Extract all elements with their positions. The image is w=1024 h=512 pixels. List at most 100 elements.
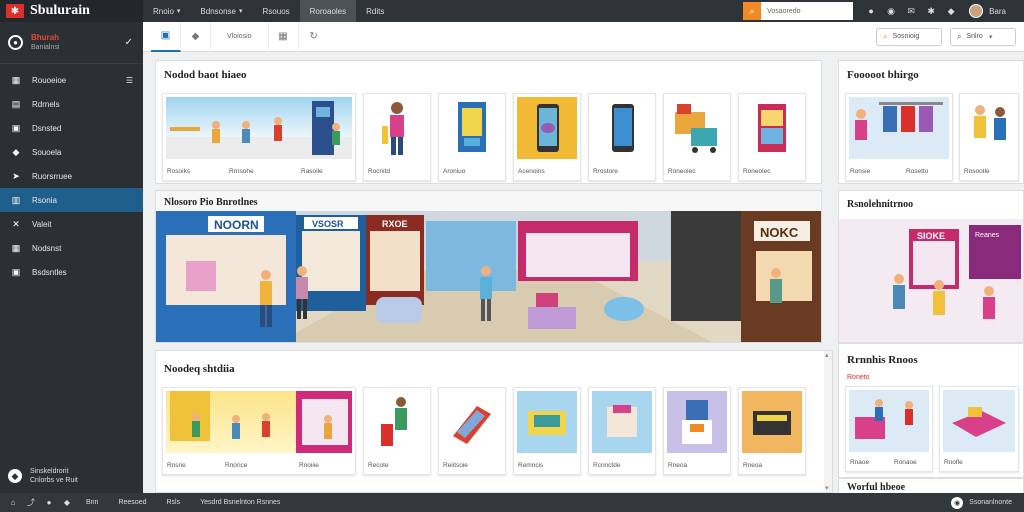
product-card[interactable]: Rrostore	[588, 93, 656, 181]
avatar[interactable]	[969, 4, 984, 18]
bird-icon[interactable]: ◆	[58, 498, 76, 507]
status-item[interactable]: Reesoed	[108, 499, 156, 506]
product-card[interactable]: Roneolec	[738, 93, 806, 181]
user-avatar-icon: ●	[8, 35, 23, 50]
globe-icon[interactable]: ◉	[951, 496, 964, 509]
shop-sign-4: NOKC	[760, 225, 799, 240]
product-card[interactable]: Rocnitd	[363, 93, 431, 181]
sort-dropdown[interactable]: ⌕ Snlro ▾	[950, 27, 1016, 46]
refresh-icon[interactable]: ↻	[299, 22, 329, 52]
mall-illustration: NOORN VSOSR RXOE NOKC	[156, 211, 821, 342]
brand-name: Sbulurain	[30, 3, 90, 18]
panel-title: Nodod baot hiaeo	[164, 69, 247, 81]
sidebar-item-4[interactable]: ➤ Ruorsrruee	[0, 164, 143, 188]
settings-icon[interactable]: ✱	[921, 6, 941, 17]
user-icon[interactable]: ●	[40, 498, 58, 507]
card-label: Roneolec	[743, 168, 771, 175]
product-card[interactable]: Ronsie Rosetto	[845, 93, 953, 181]
card-image	[517, 97, 577, 159]
sidebar-item-5[interactable]: ▥ Rsonia	[0, 188, 143, 212]
product-card[interactable]: Rneoa	[663, 387, 731, 475]
mail-icon[interactable]: ✉	[901, 6, 921, 17]
brand[interactable]: ✱ Sbulurain	[0, 0, 143, 22]
product-card[interactable]: Remncis	[513, 387, 581, 475]
footer-line1: Sinskeldrorit	[30, 468, 69, 475]
card-image	[442, 391, 502, 453]
sidebar-item-label: Nodsnst	[32, 243, 62, 253]
top-tab-1[interactable]: Bdnsonse ▾	[190, 0, 252, 22]
dropdown-label: Snlro	[966, 33, 983, 40]
search-input[interactable]: Vosaoredo	[761, 2, 854, 20]
top-tab-2[interactable]: Rsouos	[253, 0, 300, 22]
card-image	[742, 391, 802, 453]
calendar-icon[interactable]: ▦	[269, 21, 299, 52]
product-card[interactable]: Roneolec	[663, 93, 731, 181]
product-card[interactable]: Rcnnctde	[588, 387, 656, 475]
product-card[interactable]: Rnsootle	[959, 93, 1019, 181]
top-tab-3[interactable]: Roroaoles	[299, 0, 357, 22]
sidebar-item-label: Dsnsted	[32, 123, 62, 133]
card-image	[367, 391, 427, 453]
chevron-down-icon: ▾	[988, 33, 993, 41]
top-tab-0[interactable]: Rnoio ▾	[143, 0, 190, 22]
right-panel-4: Worful hbeoe	[838, 478, 1024, 493]
chat-icon[interactable]: ◉	[881, 6, 901, 17]
notification-icon[interactable]: ●	[861, 6, 881, 16]
scrollbar[interactable]	[824, 351, 832, 492]
sidebar-item-8[interactable]: ▣ Bsdsntles	[0, 260, 143, 284]
sidebar-item-0[interactable]: ▦ Rouoeioe ☰	[0, 68, 143, 92]
status-bar: ⌂ ⤴ ● ◆ Bnn Reesoed Rsls Yesdrd Bsnelnto…	[0, 493, 1024, 512]
product-card[interactable]: Rneoa	[738, 387, 806, 475]
shop-sign-1: NOORN	[214, 218, 259, 232]
card-image	[592, 97, 652, 159]
card-image	[849, 390, 929, 452]
home-icon[interactable]: ⌂	[4, 498, 22, 507]
top-tab-4[interactable]: Rdits	[356, 0, 394, 22]
status-item[interactable]: Rsls	[157, 499, 191, 506]
product-card[interactable]: Recote	[363, 387, 431, 475]
card-label: Rrnsohe	[229, 168, 254, 175]
card-label: Rnaoe	[850, 459, 870, 466]
status-item[interactable]: Bnn	[76, 499, 108, 506]
top-tab-label: Bdnsonse	[200, 6, 237, 16]
product-card[interactable]: Rnaoe Ronaoe	[845, 386, 933, 472]
sidebar-item-6[interactable]: ✕ Valeit	[0, 212, 143, 236]
card-label: Rosoiks	[167, 168, 191, 175]
panel-title: Worful hbeoe	[847, 482, 906, 493]
product-card[interactable]: Rosoiks Rrnsohe Rasoile	[162, 93, 356, 181]
user-block[interactable]: ● Bhurah Banialnsi ✓	[0, 22, 143, 64]
menu-icon[interactable]: ☰	[126, 76, 133, 85]
sidebar-item-1[interactable]: ▤ Rdrnels	[0, 92, 143, 116]
sidebar-item-label: Rsonia	[32, 195, 57, 205]
card-label: Rnoiiie	[299, 462, 319, 469]
sidebar-item-label: Bsdsntles	[32, 267, 67, 277]
tag-icon: ◆	[12, 146, 20, 157]
sidebar-footer[interactable]: ◆ Sinskeldrorit Cnlorbs ve Ruit	[0, 467, 143, 485]
search-icon[interactable]: ⌕	[743, 2, 762, 20]
product-card[interactable]: Rnsrie Rnorice Rnoiiie	[162, 387, 356, 475]
sidebar-item-3[interactable]: ◆ Souoela	[0, 140, 143, 164]
storefront-illustration	[166, 101, 352, 159]
sidebar-item-7[interactable]: ▦ Nodsnst	[0, 236, 143, 260]
share-icon[interactable]: ⤴	[22, 497, 40, 508]
product-card[interactable]: Rnofle	[939, 386, 1019, 472]
toolbar-label[interactable]: Vloiosio	[211, 21, 269, 52]
shop-sign-3: RXOE	[382, 219, 408, 229]
bell-icon[interactable]: ◆	[941, 6, 961, 17]
status-item[interactable]: Yesdrd Bsnelnton Rsnnes	[190, 499, 290, 506]
grid-view-icon[interactable]: ▣	[151, 21, 181, 52]
sidebar-item-2[interactable]: ▣ Dsnsted	[0, 116, 143, 140]
checkmark-icon[interactable]: ✓	[125, 37, 133, 48]
product-card[interactable]: Reiitsoie	[438, 387, 506, 475]
store-illustration: SIOKE Reanes	[839, 219, 1023, 342]
calendar-icon: ▦	[11, 242, 21, 253]
box-icon: ▣	[11, 266, 21, 277]
filter-input[interactable]: ⌕ Sosnioig	[876, 27, 942, 46]
product-card[interactable]: Aroniuo	[438, 93, 506, 181]
product-card[interactable]: Acenoins	[513, 93, 581, 181]
tag-filter-icon[interactable]: ◆	[181, 21, 211, 52]
mall-banner-panel: Nlosoro Pio Bnrotlnes NOORN VSOSR RXOE N…	[155, 190, 822, 343]
status-right-text[interactable]: Ssonanlnonte	[969, 499, 1012, 506]
top-user-name[interactable]: Bara	[989, 7, 1006, 16]
help-icon: ◆	[8, 469, 22, 483]
